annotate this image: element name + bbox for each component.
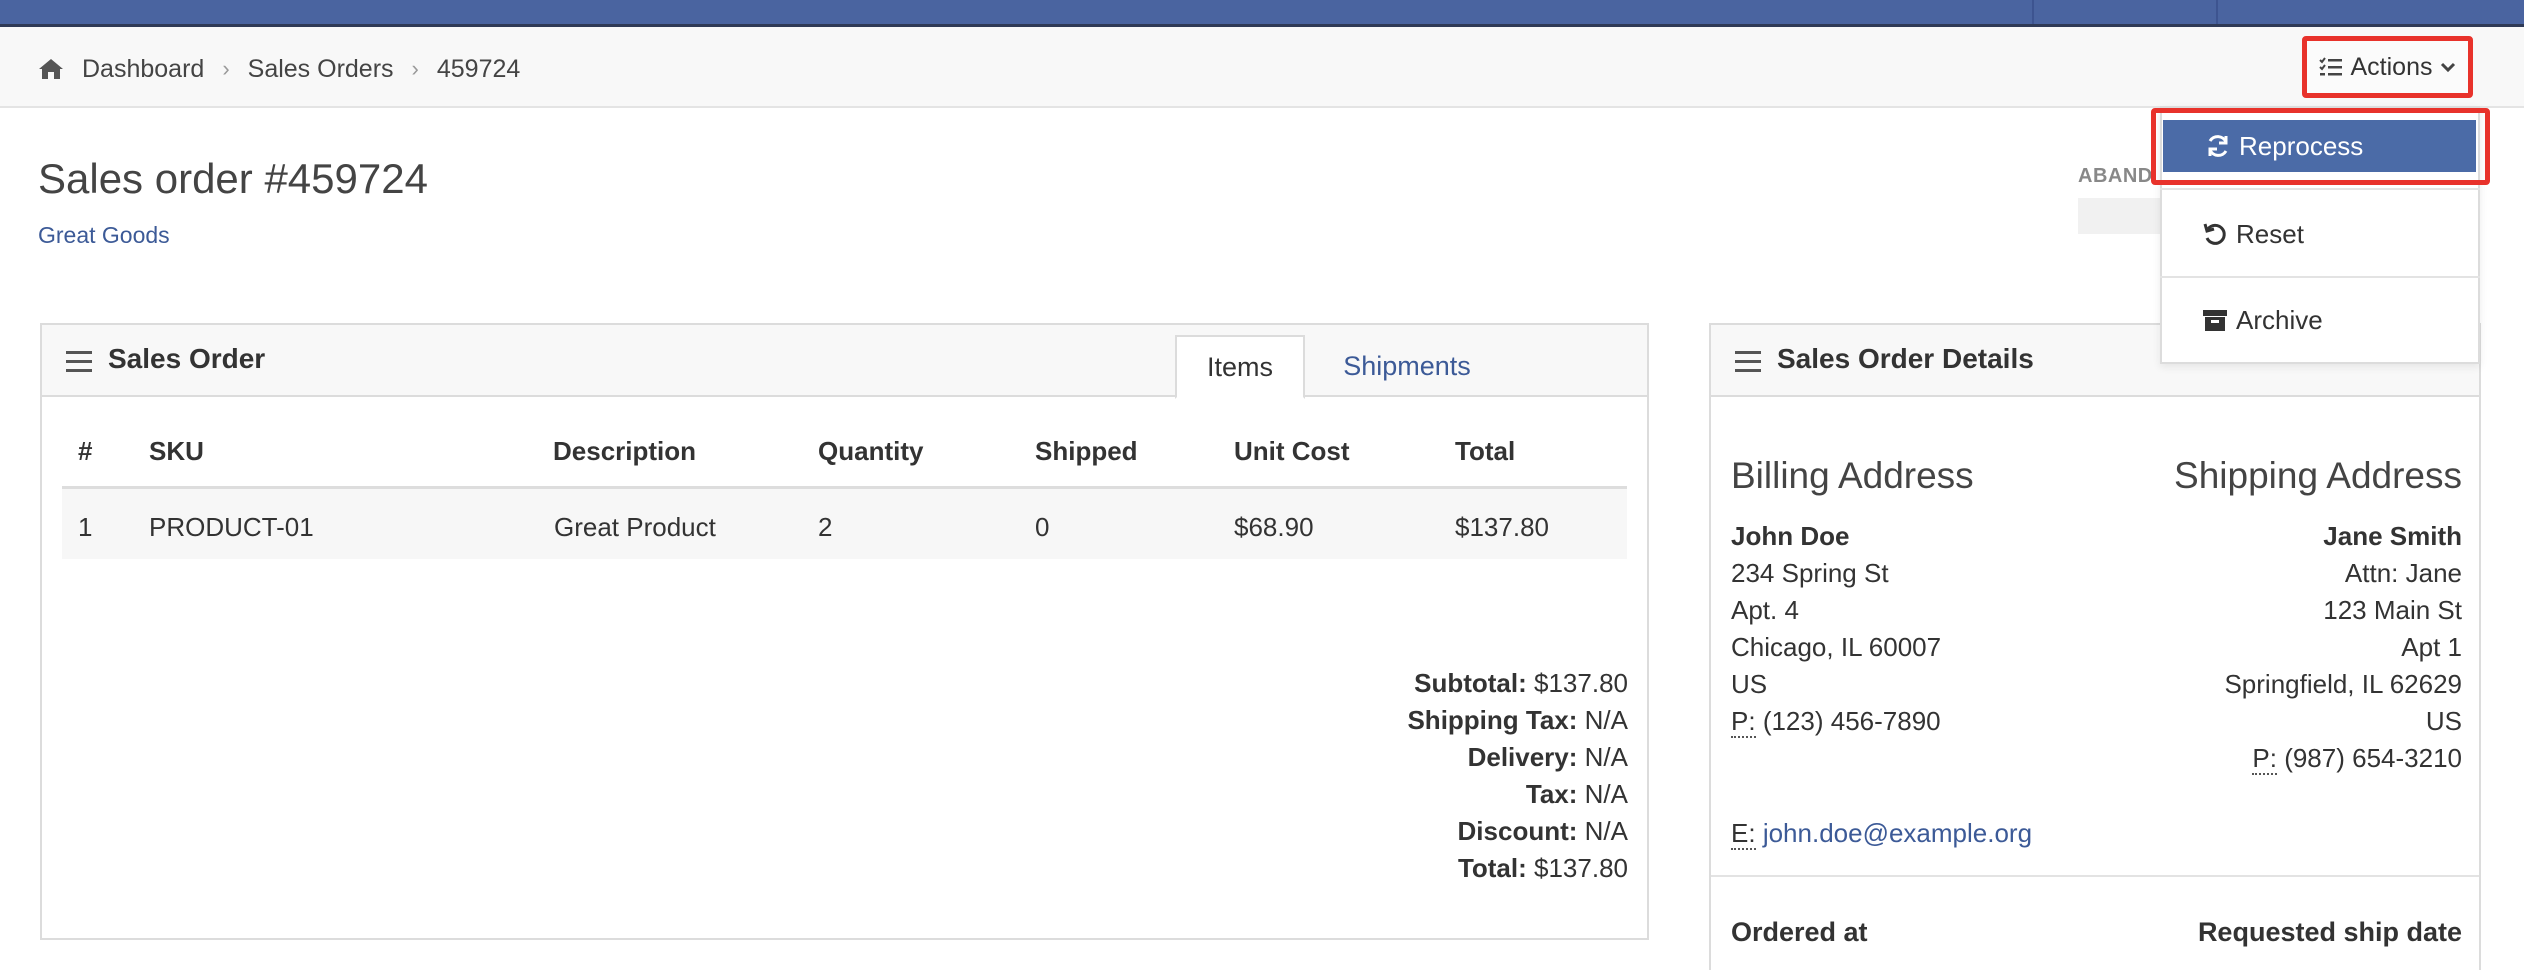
billing-address: John Doe 234 Spring St Apt. 4 Chicago, I… bbox=[1731, 518, 1941, 740]
billing-country: US bbox=[1731, 669, 1768, 699]
billing-line1: 234 Spring St bbox=[1731, 558, 1889, 588]
billing-address-title: Billing Address bbox=[1731, 455, 1974, 496]
requested-ship-date-label: Requested ship date bbox=[2197, 917, 2462, 947]
reset-menu-item[interactable]: Reset bbox=[2160, 206, 2480, 262]
tax-row: Tax: N/A bbox=[1525, 779, 1628, 809]
billing-name: John Doe bbox=[1731, 521, 1850, 551]
billing-line2: Apt. 4 bbox=[1731, 595, 1799, 625]
breadcrumb-sales-orders[interactable]: Sales Orders bbox=[248, 55, 394, 84]
reprocess-highlight-frame bbox=[2151, 108, 2490, 185]
menu-icon bbox=[1735, 351, 1761, 372]
shipping-line1: 123 Main St bbox=[2323, 595, 2462, 625]
cell-sku: PRODUCT-01 bbox=[149, 512, 314, 542]
sales-order-panel-title: Sales Order bbox=[108, 343, 266, 374]
shipping-address: Jane Smith Attn: Jane 123 Main St Apt 1 … bbox=[2224, 518, 2462, 777]
total-row: Total: $137.80 bbox=[1457, 853, 1628, 883]
column-header-unit-cost: Unit Cost bbox=[1234, 436, 1350, 466]
cell-description: Great Product bbox=[554, 512, 716, 542]
discount-row: Discount: N/A bbox=[1457, 816, 1628, 846]
company-link[interactable]: Great Goods bbox=[38, 222, 170, 249]
ordered-at-label: Ordered at bbox=[1731, 917, 1868, 947]
sales-order-panel-header: Sales Order Items Shipments bbox=[42, 325, 1647, 399]
details-panel-title: Sales Order Details bbox=[1777, 343, 2034, 374]
order-totals: Subtotal: $137.80 Shipping Tax: N/A Deli… bbox=[1407, 665, 1628, 887]
shipping-attn: Attn: Jane bbox=[2344, 558, 2462, 588]
archive-label: Archive bbox=[2236, 304, 2323, 335]
chevron-right-icon: › bbox=[411, 56, 419, 81]
checklist-icon bbox=[2318, 57, 2342, 76]
billing-city: Chicago, IL 60007 bbox=[1731, 632, 1942, 662]
chevron-down-icon bbox=[2441, 62, 2456, 73]
actions-label: Actions bbox=[2350, 52, 2433, 81]
navbar-divider bbox=[2216, 0, 2218, 24]
column-header-number: # bbox=[78, 436, 93, 466]
column-header-sku: SKU bbox=[149, 436, 204, 466]
archive-icon bbox=[2203, 310, 2227, 331]
breadcrumb-dashboard[interactable]: Dashboard bbox=[82, 55, 204, 84]
billing-phone: P: (123) 456-7890 bbox=[1731, 706, 1941, 738]
home-icon[interactable] bbox=[38, 57, 64, 81]
billing-email-link[interactable]: john.doe@example.org bbox=[1763, 818, 2032, 848]
tab-items[interactable]: Items bbox=[1175, 335, 1305, 399]
billing-email: E: john.doe@example.org bbox=[1731, 818, 2033, 850]
archive-menu-item[interactable]: Archive bbox=[2160, 292, 2480, 348]
reset-label: Reset bbox=[2236, 218, 2304, 249]
status-bar bbox=[2078, 198, 2168, 234]
column-header-quantity: Quantity bbox=[818, 436, 924, 466]
shipping-city: Springfield, IL 62629 bbox=[2224, 669, 2462, 699]
breadcrumb-order-number: 459724 bbox=[436, 54, 521, 83]
actions-button[interactable]: Actions bbox=[2302, 36, 2473, 98]
shipping-country: US bbox=[2425, 706, 2462, 736]
navbar-divider bbox=[2032, 0, 2034, 24]
breadcrumb-bar: Dashboard › Sales Orders › 459724 bbox=[0, 27, 2524, 108]
subtotal-row: Subtotal: $137.80 bbox=[1414, 668, 1628, 698]
cell-shipped: 0 bbox=[1035, 512, 1050, 542]
page-title: Sales order #459724 bbox=[38, 155, 428, 202]
menu-icon bbox=[66, 351, 92, 372]
cell-unit-cost: $68.90 bbox=[1234, 512, 1314, 542]
chevron-right-icon: › bbox=[222, 56, 230, 81]
dropdown-divider bbox=[2160, 276, 2480, 278]
breadcrumb: Dashboard › Sales Orders › 459724 bbox=[38, 54, 520, 84]
column-header-shipped: Shipped bbox=[1035, 436, 1138, 466]
shipping-name: Jane Smith bbox=[2323, 521, 2462, 551]
delivery-row: Delivery: N/A bbox=[1467, 742, 1628, 772]
tab-shipments[interactable]: Shipments bbox=[1322, 335, 1492, 397]
top-navbar bbox=[0, 0, 2524, 27]
undo-icon bbox=[2203, 223, 2226, 245]
column-header-description: Description bbox=[553, 436, 697, 466]
status-label: ABAND bbox=[2078, 165, 2153, 187]
column-header-total: Total bbox=[1455, 436, 1516, 466]
dropdown-divider bbox=[2160, 188, 2480, 190]
details-divider bbox=[1711, 875, 2479, 877]
cell-total: $137.80 bbox=[1455, 512, 1549, 542]
shipping-line2: Apt 1 bbox=[2401, 632, 2462, 662]
shipping-phone: P: (987) 654-3210 bbox=[2252, 743, 2462, 775]
shipping-address-title: Shipping Address bbox=[2174, 455, 2462, 496]
shipping-tax-row: Shipping Tax: N/A bbox=[1407, 705, 1628, 735]
cell-quantity: 2 bbox=[818, 512, 833, 542]
cell-number: 1 bbox=[78, 512, 93, 542]
